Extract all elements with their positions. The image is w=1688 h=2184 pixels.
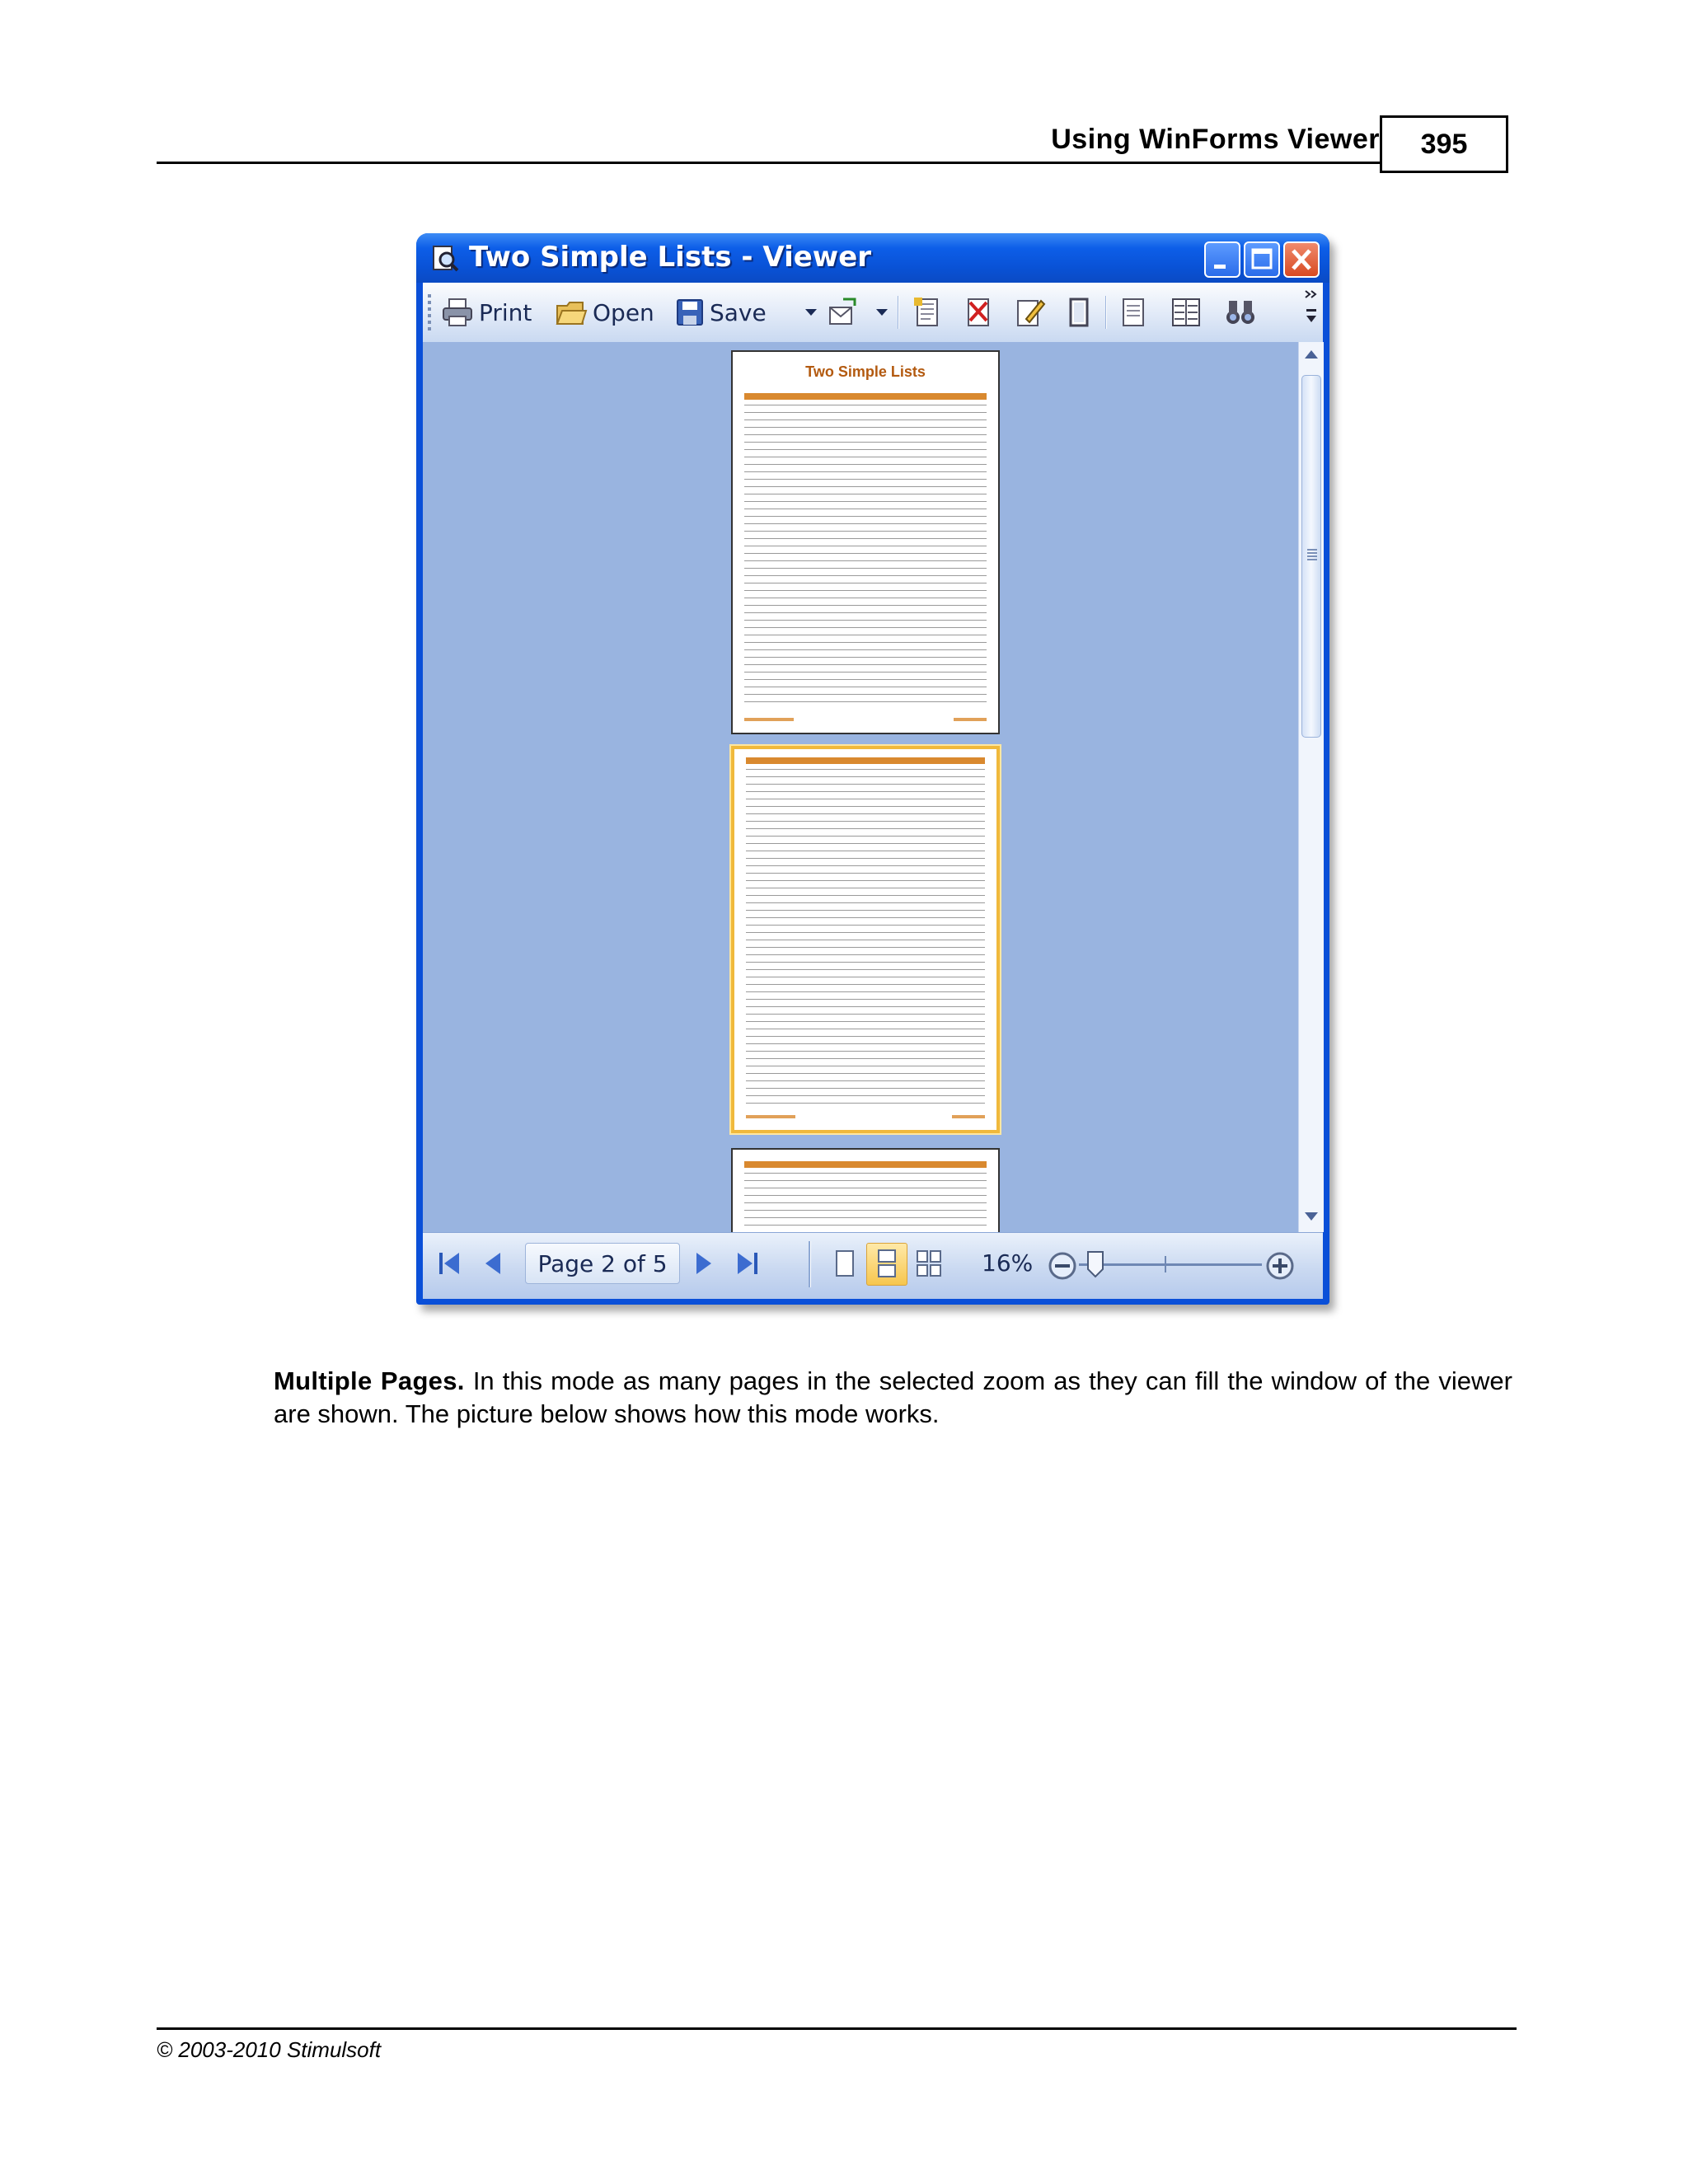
minimize-button[interactable] — [1204, 241, 1240, 278]
maximize-icon — [1251, 248, 1273, 269]
last-page-icon — [738, 1253, 757, 1274]
report-page-title: Two Simple Lists — [805, 363, 926, 380]
viewer-app-icon — [433, 246, 459, 272]
multiple-pages-icon — [917, 1250, 941, 1277]
paragraph-lead: Multiple Pages. — [274, 1366, 465, 1395]
maximize-button[interactable] — [1244, 241, 1280, 278]
bookmarks-icon — [914, 298, 938, 326]
report-page-footer — [746, 1115, 985, 1120]
printer-icon — [443, 298, 472, 326]
document-lines-icon — [1123, 298, 1144, 326]
edit-pencil-icon — [1017, 299, 1046, 326]
zoom-out-icon[interactable] — [1048, 1251, 1077, 1281]
delete-page-icon — [968, 298, 989, 326]
report-table-rows — [746, 766, 985, 1104]
chevron-more-icon — [1305, 290, 1317, 322]
zoom-slider-tick — [1165, 1256, 1166, 1272]
report-page-selected[interactable] — [731, 746, 1000, 1133]
zoom-level: 16% — [982, 1249, 1034, 1277]
body-paragraph: Multiple Pages. In this mode as many pag… — [274, 1365, 1512, 1431]
report-page[interactable]: Two Simple Lists — [731, 350, 1000, 734]
viewer-statusbar: Page 2 of 5 16% — [423, 1232, 1323, 1299]
multi-column-view-button[interactable] — [1170, 293, 1203, 332]
multiple-pages-mode-button[interactable] — [909, 1243, 949, 1284]
floppy-disk-icon — [677, 299, 703, 326]
first-page-icon — [439, 1253, 459, 1274]
continuous-mode-button[interactable] — [866, 1243, 907, 1286]
report-table-header — [744, 393, 987, 400]
footer-rule — [157, 2027, 1517, 2030]
thumbnails-button[interactable] — [962, 293, 995, 332]
page-number-box: 395 — [1380, 115, 1508, 173]
zoom-slider-thumb[interactable] — [1085, 1249, 1105, 1279]
save-label: Save — [710, 298, 767, 326]
send-email-button[interactable] — [827, 293, 860, 332]
print-label: Print — [479, 298, 532, 326]
scroll-down-arrow-icon[interactable] — [1303, 1211, 1320, 1222]
window-title: Two Simple Lists - Viewer — [469, 241, 872, 274]
one-page-mode-button[interactable] — [825, 1243, 865, 1284]
open-label: Open — [593, 298, 654, 326]
header-rule — [157, 162, 1380, 164]
report-page[interactable] — [731, 1148, 1000, 1232]
scrollbar-thumb[interactable] — [1301, 375, 1321, 738]
continuous-pages-icon — [878, 1249, 896, 1277]
open-folder-icon — [556, 302, 588, 325]
send-email-icon — [829, 298, 856, 325]
toolbar-separator — [1105, 296, 1106, 329]
report-table-header — [744, 1161, 987, 1168]
last-page-button[interactable] — [728, 1243, 767, 1284]
toolbar-overflow-button[interactable] — [1303, 289, 1320, 329]
binoculars-icon — [1226, 301, 1254, 324]
send-dropdown-arrow[interactable] — [876, 309, 888, 316]
report-table-rows — [744, 1169, 987, 1232]
find-button[interactable] — [1224, 293, 1257, 332]
scroll-up-arrow-icon[interactable] — [1303, 349, 1320, 360]
one-page-icon — [836, 1250, 854, 1277]
window-titlebar[interactable]: Two Simple Lists - Viewer — [416, 233, 1329, 283]
previous-page-button[interactable] — [474, 1243, 513, 1284]
save-dropdown-arrow[interactable] — [805, 309, 817, 316]
page-number: 395 — [1420, 128, 1468, 160]
previous-page-icon — [485, 1253, 500, 1274]
pages-viewport[interactable]: Two Simple Lists — [423, 342, 1298, 1232]
open-button[interactable]: Open — [555, 293, 654, 332]
edit-button[interactable] — [1013, 293, 1046, 332]
next-page-icon — [696, 1253, 711, 1274]
toolbar-grip[interactable] — [428, 294, 431, 332]
print-button[interactable]: Print — [441, 293, 532, 332]
minimize-icon — [1214, 265, 1226, 269]
statusbar-separator — [809, 1241, 810, 1287]
viewer-toolbar: Print Open Save — [423, 283, 1323, 343]
report-table-header — [746, 757, 985, 764]
report-table-rows — [744, 401, 987, 705]
report-page-footer — [744, 718, 987, 723]
first-page-button[interactable] — [429, 1243, 469, 1284]
vertical-scrollbar[interactable] — [1298, 342, 1324, 1232]
zoom-slider-track[interactable] — [1079, 1263, 1262, 1266]
columns-icon — [1172, 298, 1200, 326]
page-indicator[interactable]: Page 2 of 5 — [525, 1243, 680, 1284]
single-page-view-button[interactable] — [1117, 293, 1150, 332]
page-icon — [1069, 298, 1089, 327]
next-page-button[interactable] — [683, 1243, 723, 1284]
close-icon — [1292, 249, 1311, 270]
viewer-window: Two Simple Lists - Viewer Print Open Sav… — [416, 233, 1329, 1305]
close-button[interactable] — [1283, 241, 1320, 278]
footer-copyright: © 2003-2010 Stimulsoft — [157, 2037, 382, 2062]
bookmarks-button[interactable] — [911, 293, 944, 332]
running-header-title: Using WinForms Viewer — [1051, 124, 1380, 155]
save-button[interactable]: Save — [675, 293, 767, 332]
page-setup-button[interactable] — [1062, 293, 1095, 332]
zoom-in-icon[interactable] — [1265, 1251, 1295, 1281]
